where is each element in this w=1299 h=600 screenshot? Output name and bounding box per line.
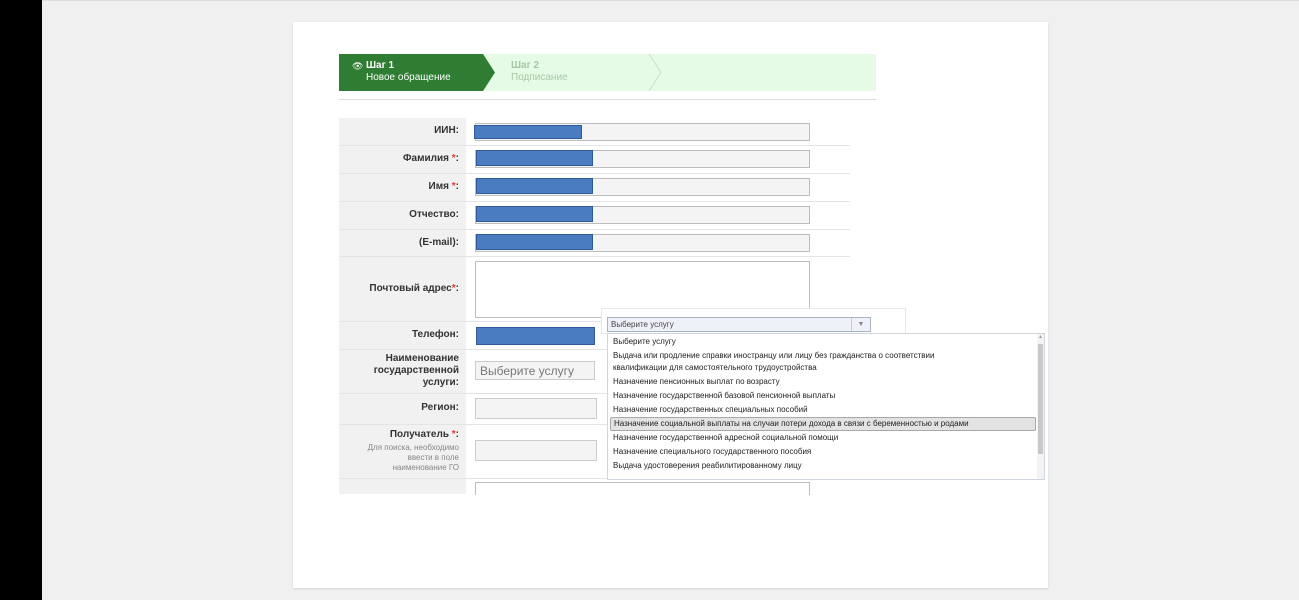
- step-1[interactable]: 👁 Шаг 1 Новое обращение: [339, 54, 495, 91]
- list-item[interactable]: Назначение пенсионных выплат по возрасту: [613, 376, 1033, 388]
- list-item[interactable]: квалификации для самостоятельного трудоу…: [613, 362, 1033, 374]
- lastname-label: Фамилия *:: [402, 153, 459, 164]
- recipient-hint: Для поиска, необходимо ввести в поле наи…: [367, 443, 459, 472]
- redaction-mask: [476, 206, 593, 222]
- address-label: Почтовый адрес*:: [369, 283, 459, 294]
- step-2-title: Шаг 2: [511, 60, 540, 71]
- eye-icon: 👁: [352, 61, 364, 71]
- extra-field[interactable]: [475, 482, 810, 495]
- region-label: Регион:: [421, 402, 459, 413]
- list-item[interactable]: Выберите услугу: [613, 336, 1033, 348]
- row-iin: ИИН:: [339, 118, 850, 146]
- redaction-mask: [476, 327, 595, 345]
- service-search-input[interactable]: Выберите услугу ▼: [607, 317, 871, 332]
- service-options-list: Выберите услугу Выдача или продление спр…: [607, 333, 1045, 480]
- scroll-up-icon[interactable]: ▲: [1037, 334, 1044, 340]
- step-1-subtitle: Новое обращение: [366, 72, 451, 83]
- list-item[interactable]: Назначение государственных специальных п…: [613, 404, 1033, 416]
- steps-bar: 👁 Шаг 1 Новое обращение Шаг 2 Подписание: [339, 54, 876, 91]
- service-select[interactable]: Выберите услугу: [475, 361, 595, 380]
- region-select[interactable]: [475, 398, 597, 419]
- list-item[interactable]: Выдача удостоверения реабилитированному …: [613, 460, 1033, 472]
- row-middlename: Отчество:: [339, 202, 850, 230]
- redaction-mask: [474, 125, 582, 139]
- service-search-value: Выберите услугу: [611, 320, 674, 329]
- list-item[interactable]: Назначение государственной адресной соци…: [613, 432, 1033, 444]
- service-label: Наименование государственной услуги:: [373, 353, 459, 388]
- list-item[interactable]: Назначение государственной базовой пенси…: [613, 390, 1033, 402]
- recipient-input[interactable]: [475, 440, 597, 461]
- list-item[interactable]: Назначение специального государственного…: [613, 446, 1033, 458]
- recipient-label: Получатель *: Для поиска, необходимо вве…: [339, 429, 459, 473]
- list-item-highlighted[interactable]: Назначение социальной выплаты на случаи …: [610, 417, 1036, 431]
- scrollbar-thumb[interactable]: [1038, 344, 1043, 454]
- steps-underline: [339, 99, 876, 100]
- redaction-mask: [476, 234, 593, 250]
- top-divider: [42, 0, 1299, 1]
- step-chevron-icon: [648, 54, 662, 91]
- step-2-subtitle: Подписание: [511, 72, 568, 83]
- phone-label: Телефон:: [411, 329, 459, 340]
- redaction-mask: [476, 178, 593, 194]
- list-item[interactable]: Выдача или продление справки иностранцу …: [613, 350, 1033, 362]
- row-email: (E-mail):: [339, 230, 850, 257]
- row-firstname: Имя *:: [339, 174, 850, 202]
- iin-label: ИИН:: [434, 125, 459, 136]
- middlename-label: Отчество:: [409, 209, 459, 220]
- row-lastname: Фамилия *:: [339, 146, 850, 174]
- dropdown-scrollbar[interactable]: ▲: [1037, 334, 1044, 479]
- chevron-down-icon[interactable]: ▼: [851, 318, 870, 331]
- firstname-label: Имя *:: [428, 181, 459, 192]
- email-label: (E-mail):: [419, 237, 459, 248]
- redaction-mask: [476, 150, 593, 166]
- step-1-title: Шаг 1: [366, 60, 395, 71]
- left-black-bar: [0, 0, 42, 600]
